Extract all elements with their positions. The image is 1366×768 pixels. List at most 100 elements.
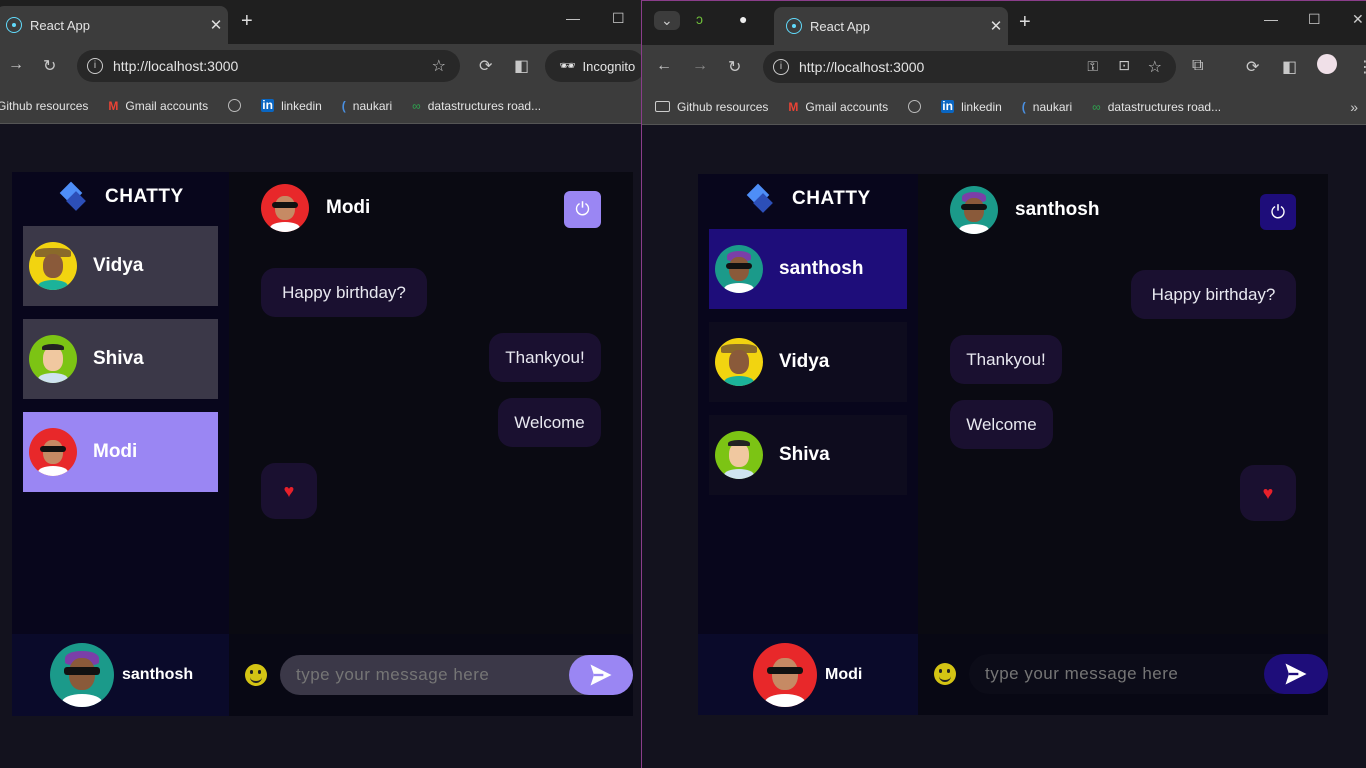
- message-bubble: Happy birthday?: [261, 268, 427, 317]
- info-icon[interactable]: i: [87, 58, 103, 74]
- bookmarks-bar: Github resources M Gmail accounts in linke…: [642, 89, 1366, 125]
- tab-react-app[interactable]: React App ✕: [0, 6, 228, 44]
- bookmark-gmail[interactable]: M Gmail accounts: [108, 99, 208, 113]
- emoji-icon[interactable]: [934, 663, 956, 685]
- toolbar: ← → ↻ i http://localhost:3000 ⚿ ⊡ ☆ ⧉ ⟳ …: [642, 45, 1366, 89]
- logout-button[interactable]: ⏻: [1260, 194, 1296, 230]
- star-icon[interactable]: ☆: [1148, 57, 1162, 77]
- minimize-icon[interactable]: —: [566, 10, 580, 26]
- avatar: [950, 186, 998, 234]
- extensions-icon[interactable]: ⧉: [1192, 57, 1203, 75]
- bookmark-linkedin[interactable]: in linkedin: [941, 100, 1002, 114]
- power-icon: ⏻: [1270, 201, 1286, 222]
- contact-shiva[interactable]: Shiva: [23, 319, 218, 399]
- current-user-name: Modi: [825, 665, 863, 683]
- folder-icon: [655, 101, 670, 112]
- reload-icon[interactable]: ↻: [43, 56, 56, 76]
- datastructures-icon: ∞: [1092, 99, 1101, 114]
- logout-button[interactable]: ⏻: [564, 191, 601, 228]
- url-text: http://localhost:3000: [113, 58, 239, 74]
- incognito-icon: 🕶: [559, 58, 576, 73]
- browser-window-left: React App ✕ + — ☐ → ↻ i http://localhost…: [0, 0, 641, 768]
- tab-title: React App: [30, 17, 90, 33]
- chat-app: CHATTY Vidya Shiva Modi Modi ⏻ Happy bir…: [12, 172, 633, 716]
- avatar: [715, 431, 763, 479]
- bookmark-github[interactable]: Github resources: [0, 99, 88, 113]
- message-input[interactable]: [969, 654, 1309, 694]
- brand: CHATTY: [59, 182, 184, 212]
- address-bar[interactable]: i http://localhost:3000 ☆: [77, 50, 460, 82]
- contact-vidya[interactable]: Vidya: [709, 322, 907, 402]
- close-tab-icon[interactable]: ✕: [984, 17, 1008, 35]
- close-tab-icon[interactable]: ✕: [204, 16, 228, 34]
- address-bar[interactable]: i http://localhost:3000 ⚿ ⊡ ☆: [763, 51, 1176, 83]
- send-icon: [1285, 663, 1307, 685]
- chatty-logo-icon: [746, 184, 776, 214]
- header-name: santhosh: [1015, 199, 1100, 220]
- contacts-sidebar: CHATTY Vidya Shiva Modi: [12, 172, 229, 634]
- more-bookmarks-icon[interactable]: »: [1350, 99, 1358, 115]
- minimize-icon[interactable]: —: [1264, 11, 1278, 27]
- message-bubble: Welcome: [498, 398, 601, 447]
- bookmark-naukari[interactable]: (naukari: [342, 99, 392, 113]
- menu-icon[interactable]: ⋮: [1357, 57, 1366, 77]
- side-panel-icon[interactable]: ◧: [1282, 57, 1297, 77]
- bookmark-globe[interactable]: [908, 100, 922, 113]
- globe-icon: [908, 100, 922, 113]
- contact-santhosh[interactable]: santhosh: [709, 229, 907, 309]
- forward-icon[interactable]: →: [8, 56, 24, 74]
- extension-icon[interactable]: ⟳: [479, 56, 492, 76]
- send-button[interactable]: [569, 655, 633, 695]
- contact-vidya[interactable]: Vidya: [23, 226, 218, 306]
- header-name: Modi: [326, 197, 371, 218]
- close-window-icon[interactable]: ✕: [1352, 11, 1364, 28]
- brand-title: CHATTY: [792, 188, 871, 209]
- contact-name: Modi: [93, 441, 138, 462]
- key-icon[interactable]: ⚿: [1087, 58, 1098, 75]
- send-button[interactable]: [1264, 654, 1328, 694]
- bookmark-datastructures[interactable]: ∞ datastructures road...: [1092, 100, 1221, 114]
- new-tab-icon[interactable]: +: [241, 10, 253, 33]
- avatar: [29, 428, 77, 476]
- forward-icon[interactable]: →: [692, 57, 708, 75]
- tab-search-icon[interactable]: ⌄: [654, 11, 680, 30]
- new-tab-icon[interactable]: +: [1019, 11, 1031, 34]
- contacts-sidebar: CHATTY santhosh Vidya Shiva: [698, 174, 918, 634]
- brand-title: CHATTY: [105, 186, 184, 207]
- tab-react-app[interactable]: React App ✕: [774, 7, 1008, 45]
- emoji-icon[interactable]: [245, 664, 267, 686]
- github-icon[interactable]: ●: [739, 11, 747, 27]
- bookmark-linkedin[interactable]: in linkedin: [261, 99, 322, 113]
- info-icon[interactable]: i: [773, 59, 789, 75]
- tab-strip: React App ✕ + — ☐: [0, 0, 641, 44]
- reload-icon[interactable]: ↻: [728, 57, 741, 77]
- contact-name: Shiva: [93, 348, 144, 369]
- message-composer: [229, 634, 633, 716]
- maximize-icon[interactable]: ☐: [612, 10, 625, 27]
- avatar: [261, 184, 309, 232]
- bookmark-gmail[interactable]: M Gmail accounts: [788, 100, 888, 114]
- heart-icon: ♥: [261, 463, 317, 519]
- profile-avatar[interactable]: [1317, 54, 1337, 74]
- install-icon[interactable]: ⊡: [1118, 57, 1130, 74]
- toolbar: → ↻ i http://localhost:3000 ☆ ⟳ ◧ 🕶 Inco…: [0, 44, 641, 88]
- chat-app: CHATTY santhosh Vidya Shiva santhosh ⏻ H…: [698, 174, 1328, 715]
- incognito-badge[interactable]: 🕶 Incognito: [545, 50, 641, 82]
- performance-icon[interactable]: ⟳: [1246, 57, 1259, 77]
- bookmark-globe[interactable]: [228, 99, 242, 112]
- star-icon[interactable]: ☆: [432, 56, 446, 76]
- message-bubble: Welcome: [950, 400, 1053, 449]
- message-bubble: Happy birthday?: [1131, 270, 1296, 319]
- back-icon[interactable]: ←: [656, 57, 672, 75]
- bookmark-naukari[interactable]: (naukari: [1022, 100, 1072, 114]
- side-panel-icon[interactable]: ◧: [514, 56, 529, 76]
- bookmark-datastructures[interactable]: ∞ datastructures road...: [412, 99, 541, 113]
- bookmark-github[interactable]: Github resources: [655, 100, 768, 114]
- incognito-label: Incognito: [582, 58, 636, 74]
- contact-modi[interactable]: Modi: [23, 412, 218, 492]
- heart-icon: ♥: [1240, 465, 1296, 521]
- pinned-tab-icon[interactable]: ↄ: [696, 11, 703, 27]
- contact-name: Vidya: [93, 255, 144, 276]
- maximize-icon[interactable]: ☐: [1308, 11, 1321, 28]
- contact-shiva[interactable]: Shiva: [709, 415, 907, 495]
